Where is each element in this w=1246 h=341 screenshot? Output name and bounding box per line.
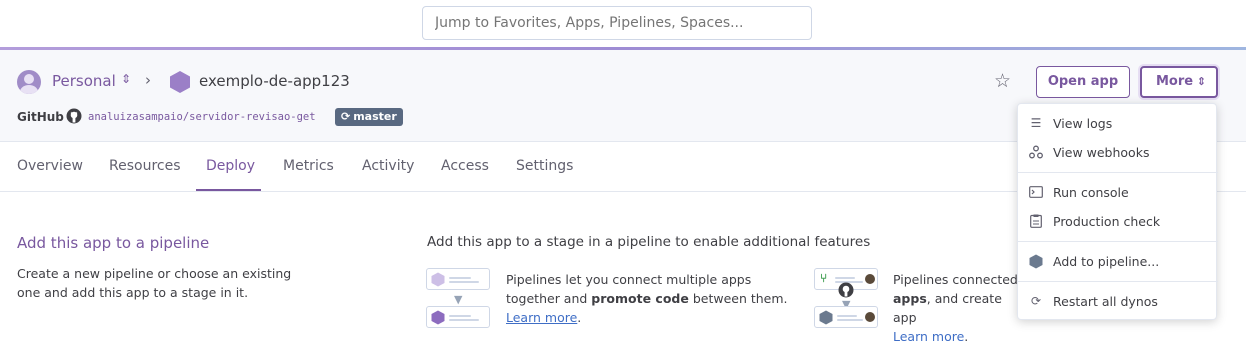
feature-github-text: Pipelines connected apps, and create app…: [893, 270, 1023, 341]
pipeline-section-description: Create a new pipeline or choose an exist…: [17, 266, 292, 300]
search-input[interactable]: [422, 6, 812, 40]
tab-deploy[interactable]: Deploy: [206, 158, 255, 174]
menu-item-label: Restart all dynos: [1053, 293, 1158, 309]
menu-item-run-console[interactable]: Run console: [1018, 179, 1218, 205]
menu-item-label: View webhooks: [1053, 144, 1150, 160]
sync-icon: ⟳: [341, 110, 351, 123]
branch-name: master: [353, 110, 397, 123]
avatar[interactable]: [17, 70, 41, 94]
pipeline-hex-icon: [1028, 253, 1044, 269]
tab-access[interactable]: Access: [441, 158, 489, 174]
tab-metrics[interactable]: Metrics: [283, 158, 334, 174]
feature-text: Pipelines connected: [893, 272, 1018, 287]
github-icon: [66, 108, 82, 124]
stage-title: Add this app to a stage in a pipeline to…: [427, 234, 871, 250]
feature-promote-text: Pipelines let you connect multiple apps …: [506, 270, 796, 327]
app-name: exemplo-de-app123: [199, 72, 350, 90]
menu-divider: [1018, 281, 1218, 282]
feature-text: .: [577, 310, 582, 325]
menu-divider: [1018, 241, 1218, 242]
menu-divider: [1018, 172, 1218, 173]
github-repo-link[interactable]: analuizasampaio/servidor-revisao-get: [88, 111, 316, 123]
menu-item-label: Add to pipeline...: [1053, 253, 1160, 269]
clipboard-icon: [1028, 213, 1044, 229]
tab-resources[interactable]: Resources: [109, 158, 181, 174]
pipeline-section-title: Add this app to a pipeline: [17, 234, 210, 252]
menu-item-label: Production check: [1053, 213, 1161, 229]
tab-overview[interactable]: Overview: [17, 158, 83, 174]
menu-item-label: View logs: [1053, 115, 1113, 131]
restart-icon: ⟳: [1030, 294, 1042, 308]
top-search-bar: [0, 0, 1246, 48]
learn-more-link[interactable]: Learn more: [893, 329, 964, 341]
more-button[interactable]: More ⇕: [1140, 66, 1218, 98]
account-switcher[interactable]: Personal: [52, 72, 116, 90]
open-app-button[interactable]: Open app: [1036, 66, 1130, 98]
console-icon: [1028, 184, 1044, 200]
menu-item-production-check[interactable]: Production check: [1018, 208, 1218, 234]
promote-diagram-icon: ▼: [426, 268, 490, 328]
menu-item-restart-all-dynos[interactable]: ⟳ Restart all dynos: [1018, 288, 1218, 314]
branch-badge: ⟳ master: [335, 108, 403, 126]
learn-more-link[interactable]: Learn more: [506, 310, 577, 325]
active-tab-indicator: [196, 189, 261, 191]
updown-chevron-icon: ⇕: [1196, 75, 1206, 88]
list-icon: ☰: [1030, 116, 1042, 130]
feature-text: between them.: [688, 291, 788, 306]
more-button-label: More: [1156, 74, 1194, 89]
feature-bold: promote code: [591, 291, 689, 306]
chevron-right-icon: ›: [145, 71, 151, 89]
github-pipeline-diagram-icon: ⑂ ▼: [814, 268, 878, 328]
menu-item-view-logs[interactable]: ☰ View logs: [1018, 110, 1218, 136]
menu-item-view-webhooks[interactable]: View webhooks: [1018, 139, 1218, 165]
menu-item-add-to-pipeline[interactable]: Add to pipeline...: [1018, 248, 1218, 274]
tab-activity[interactable]: Activity: [362, 158, 414, 174]
app-hex-icon: [170, 71, 190, 93]
menu-item-label: Run console: [1053, 184, 1129, 200]
feature-bold: apps: [893, 291, 927, 306]
webhooks-icon: [1028, 144, 1044, 160]
updown-chevron-icon[interactable]: ⇕: [121, 72, 131, 86]
favorite-star-icon[interactable]: ☆: [994, 70, 1011, 92]
tab-settings[interactable]: Settings: [516, 158, 573, 174]
more-dropdown-menu: ☰ View logs View webhooks Run console Pr…: [1017, 103, 1218, 320]
github-label: GitHub: [17, 110, 64, 124]
feature-text: .: [964, 329, 969, 341]
